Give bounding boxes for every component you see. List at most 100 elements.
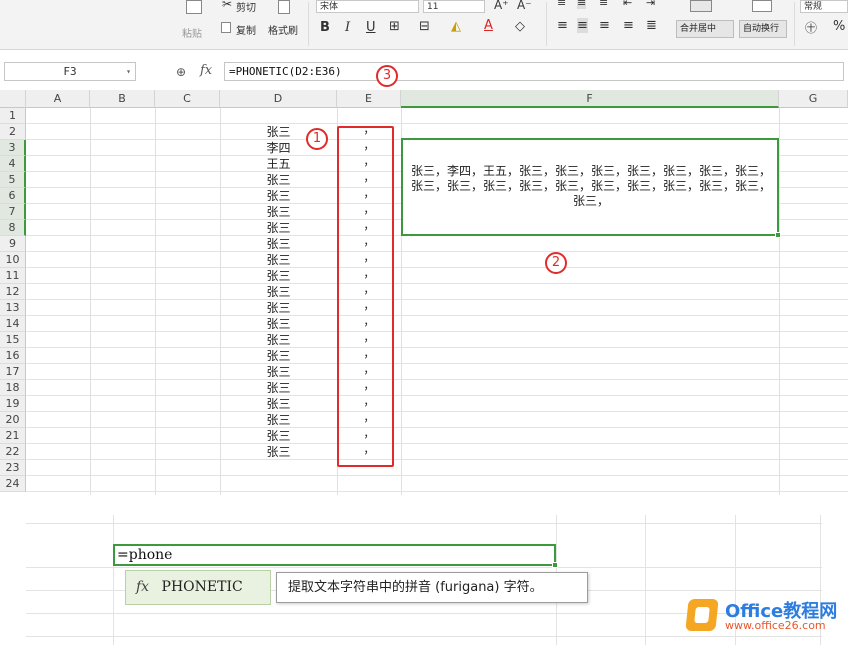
auto-wrap-icon[interactable] bbox=[752, 0, 772, 12]
cell-d-name[interactable]: 张三 bbox=[220, 428, 337, 444]
formula-input[interactable]: =PHONETIC(D2:E36) bbox=[224, 62, 844, 81]
col-header-a[interactable]: A bbox=[26, 90, 90, 108]
fill-style-icon[interactable]: ⊟ bbox=[419, 19, 430, 34]
cell-d-name[interactable]: 张三 bbox=[220, 172, 337, 188]
row-header[interactable]: 14 bbox=[0, 316, 26, 332]
number-format-select[interactable]: 常规 bbox=[800, 0, 848, 13]
italic-button[interactable]: I bbox=[345, 20, 350, 35]
merge-center-icon[interactable] bbox=[690, 0, 712, 12]
row-header[interactable]: 23 bbox=[0, 460, 26, 476]
align-left-icon[interactable]: ≡ bbox=[557, 18, 568, 33]
border-icon[interactable]: ⊞ bbox=[389, 19, 400, 34]
cell-d-name[interactable]: 张三 bbox=[220, 284, 337, 300]
percent-button[interactable]: % bbox=[833, 19, 845, 34]
underline-button[interactable]: U bbox=[366, 20, 376, 35]
distribute-icon[interactable]: ≣ bbox=[646, 18, 657, 33]
indent-increase-icon[interactable]: ⇥ bbox=[646, 0, 655, 9]
cell-d-name[interactable]: 张三 bbox=[220, 332, 337, 348]
row-header[interactable]: 24 bbox=[0, 476, 26, 492]
shrink-font-button[interactable]: A⁻ bbox=[517, 0, 532, 12]
paste-button[interactable]: 粘贴 bbox=[182, 25, 202, 40]
font-color-icon[interactable]: A bbox=[484, 18, 493, 33]
cell-d-name[interactable]: 张三 bbox=[220, 204, 337, 220]
chevron-down-icon[interactable]: ▾ bbox=[126, 63, 131, 80]
fx-icon[interactable]: fx bbox=[200, 63, 212, 78]
justify-icon[interactable]: ≡ bbox=[623, 18, 634, 33]
align-center-icon[interactable]: ≡ bbox=[577, 18, 588, 33]
currency-icon[interactable]: ㊉ bbox=[805, 19, 817, 36]
row-header[interactable]: 22 bbox=[0, 444, 26, 460]
fill-handle[interactable] bbox=[775, 232, 781, 238]
row-header[interactable]: 12 bbox=[0, 284, 26, 300]
row-header[interactable]: 16 bbox=[0, 348, 26, 364]
row-header[interactable]: 1 bbox=[0, 108, 26, 124]
grid-line bbox=[26, 411, 848, 412]
fill-color-icon[interactable]: ◭ bbox=[451, 19, 461, 34]
row-header[interactable]: 19 bbox=[0, 396, 26, 412]
col-header-b[interactable]: B bbox=[90, 90, 155, 108]
row-header[interactable]: 5 bbox=[0, 172, 26, 188]
result-cell-f3[interactable]: 张三，李四，王五，张三，张三，张三，张三，张三，张三，张三，张三，张三，张三，张… bbox=[401, 138, 781, 238]
col-header-c[interactable]: C bbox=[155, 90, 220, 108]
col-header-g[interactable]: G bbox=[779, 90, 848, 108]
copy-button[interactable]: 复制 bbox=[236, 22, 256, 37]
row-header[interactable]: 17 bbox=[0, 364, 26, 380]
copy-icon[interactable] bbox=[221, 22, 231, 33]
row-header[interactable]: 2 bbox=[0, 124, 26, 140]
row-header[interactable]: 7 bbox=[0, 204, 26, 220]
cut-icon[interactable]: ✂ bbox=[222, 0, 232, 11]
grow-font-button[interactable]: A⁺ bbox=[494, 0, 509, 12]
font-size-select[interactable]: 11 bbox=[423, 0, 485, 13]
row-header[interactable]: 15 bbox=[0, 332, 26, 348]
row-header[interactable]: 4 bbox=[0, 156, 26, 172]
editing-cell[interactable]: =phone bbox=[113, 544, 558, 568]
select-all-corner[interactable] bbox=[0, 90, 26, 108]
zoom-icon[interactable]: ⊕ bbox=[176, 65, 186, 79]
font-name-select[interactable]: 宋体 bbox=[316, 0, 419, 13]
cell-d-name[interactable]: 张三 bbox=[220, 220, 337, 236]
auto-wrap-button[interactable]: 自动换行 bbox=[739, 20, 787, 38]
bold-button[interactable]: B bbox=[320, 20, 330, 35]
format-painter-button[interactable]: 格式刷 bbox=[268, 22, 298, 37]
grid-line bbox=[26, 379, 848, 380]
format-painter-icon[interactable] bbox=[278, 0, 290, 14]
cell-d-name[interactable]: 张三 bbox=[220, 316, 337, 332]
autocomplete-suggestion[interactable]: fx PHONETIC bbox=[125, 570, 271, 605]
cell-d-name[interactable]: 王五 bbox=[220, 156, 337, 172]
col-header-d[interactable]: D bbox=[220, 90, 337, 108]
cell-d-name[interactable]: 张三 bbox=[220, 300, 337, 316]
cell-d-name[interactable]: 张三 bbox=[220, 188, 337, 204]
row-header[interactable]: 18 bbox=[0, 380, 26, 396]
cut-button[interactable]: 剪切 bbox=[236, 0, 256, 14]
row-header[interactable]: 9 bbox=[0, 236, 26, 252]
row-header[interactable]: 20 bbox=[0, 412, 26, 428]
row-header[interactable]: 10 bbox=[0, 252, 26, 268]
cell-d-name[interactable]: 张三 bbox=[220, 444, 337, 460]
row-header[interactable]: 3 bbox=[0, 140, 26, 156]
cell-d-name[interactable]: 张三 bbox=[220, 412, 337, 428]
cell-d-name[interactable]: 张三 bbox=[220, 396, 337, 412]
align-top-icon[interactable]: ≡ bbox=[557, 0, 566, 9]
row-header[interactable]: 11 bbox=[0, 268, 26, 284]
indent-decrease-icon[interactable]: ⇤ bbox=[623, 0, 632, 9]
col-header-f[interactable]: F bbox=[401, 90, 779, 108]
clear-format-icon[interactable]: ◇ bbox=[515, 19, 525, 34]
cell-d-name[interactable]: 张三 bbox=[220, 380, 337, 396]
name-box[interactable]: F3 ▾ bbox=[4, 62, 136, 81]
cell-d-name[interactable]: 张三 bbox=[220, 252, 337, 268]
row-header[interactable]: 8 bbox=[0, 220, 26, 236]
align-right-icon[interactable]: ≡ bbox=[599, 18, 610, 33]
align-middle-icon[interactable]: ≡ bbox=[577, 0, 587, 9]
align-bottom-icon[interactable]: ≡ bbox=[599, 0, 608, 9]
merge-center-button[interactable]: 合并居中 bbox=[676, 20, 734, 38]
cell-d-name[interactable]: 张三 bbox=[220, 236, 337, 252]
row-header[interactable]: 13 bbox=[0, 300, 26, 316]
cell-d-name[interactable]: 张三 bbox=[220, 268, 337, 284]
fill-handle[interactable] bbox=[552, 562, 558, 568]
cell-d-name[interactable]: 张三 bbox=[220, 364, 337, 380]
paste-icon[interactable] bbox=[186, 0, 202, 14]
row-header[interactable]: 21 bbox=[0, 428, 26, 444]
cell-d-name[interactable]: 张三 bbox=[220, 348, 337, 364]
col-header-e[interactable]: E bbox=[337, 90, 401, 108]
row-header[interactable]: 6 bbox=[0, 188, 26, 204]
